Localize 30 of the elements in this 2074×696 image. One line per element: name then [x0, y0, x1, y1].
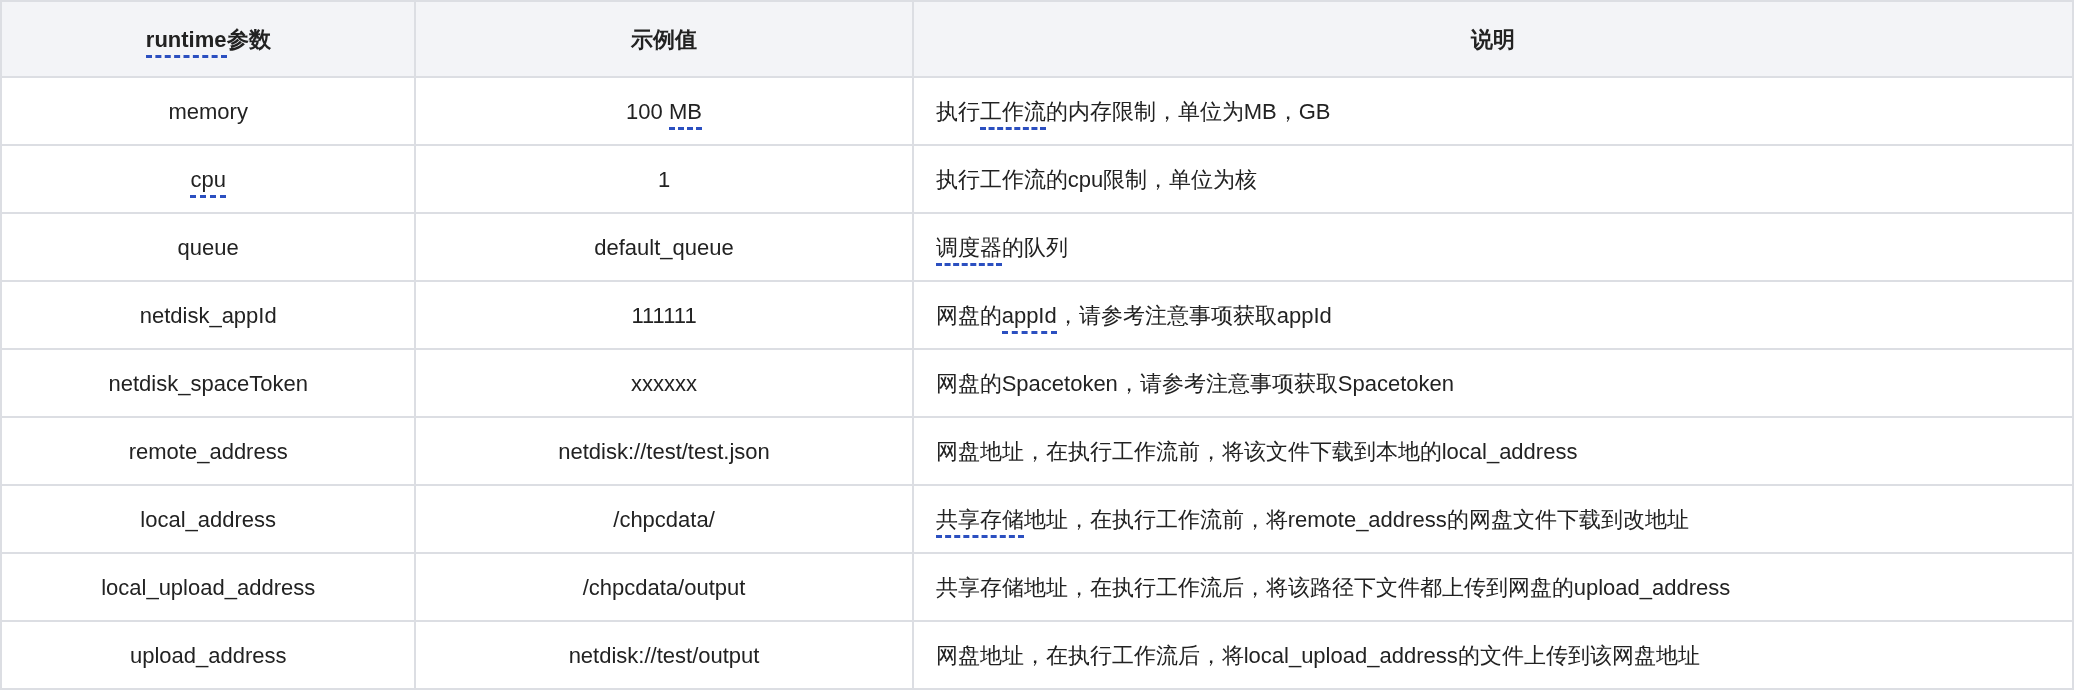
table-cell: netdisk://test/test.json [558, 438, 770, 464]
table-cell: 共享存储地址，在执行工作流后，将该路径下文件都上传到网盘的upload_address [935, 574, 1731, 600]
table-cell: 网盘地址，在执行工作流前，将该文件下载到本地的local_address [935, 438, 1578, 464]
column-header: 示例值 [631, 26, 697, 52]
table-cell: local_upload_address [101, 574, 316, 600]
table-cell: 执行工作流的cpu限制，单位为核 [935, 166, 1258, 192]
column-header: runtime参数 [145, 26, 271, 58]
table-cell: 执行工作流的内存限制，单位为MB，GB [935, 98, 1331, 130]
table-cell: queue [177, 234, 239, 260]
column-header: 说明 [1470, 26, 1515, 52]
table-cell: local_address [140, 506, 277, 532]
table-cell: netdisk_spaceToken [108, 370, 308, 396]
table-cell: 1 [657, 166, 671, 192]
table-cell: /chpcdata/output [582, 574, 746, 600]
table-cell: cpu [190, 166, 226, 198]
table-cell: xxxxxx [631, 370, 697, 396]
table-cell: upload_address [129, 642, 287, 668]
table-cell: netdisk://test/output [568, 642, 760, 668]
table-cell: 网盘的appId，请参考注意事项获取appId [935, 302, 1332, 334]
table-cell: netdisk_appId [139, 302, 277, 328]
table-cell: 111111 [631, 302, 697, 328]
table-cell: /chpcdata/ [613, 506, 715, 532]
table-cell: 网盘的Spacetoken，请参考注意事项获取Spacetoken [935, 370, 1455, 396]
table-cell: 网盘地址，在执行工作流后，将local_upload_address的文件上传到该网盘地址 [935, 642, 1700, 668]
table-cell: remote_address [128, 438, 288, 464]
table-cell: 100 MB [626, 98, 702, 130]
table-cell: memory [168, 98, 248, 124]
table-cell: 调度器的队列 [935, 234, 1068, 266]
table-cell: 共享存储地址，在执行工作流前，将remote_address的网盘文件下载到改地址 [935, 506, 1689, 538]
table-cell: default_queue [594, 234, 734, 260]
